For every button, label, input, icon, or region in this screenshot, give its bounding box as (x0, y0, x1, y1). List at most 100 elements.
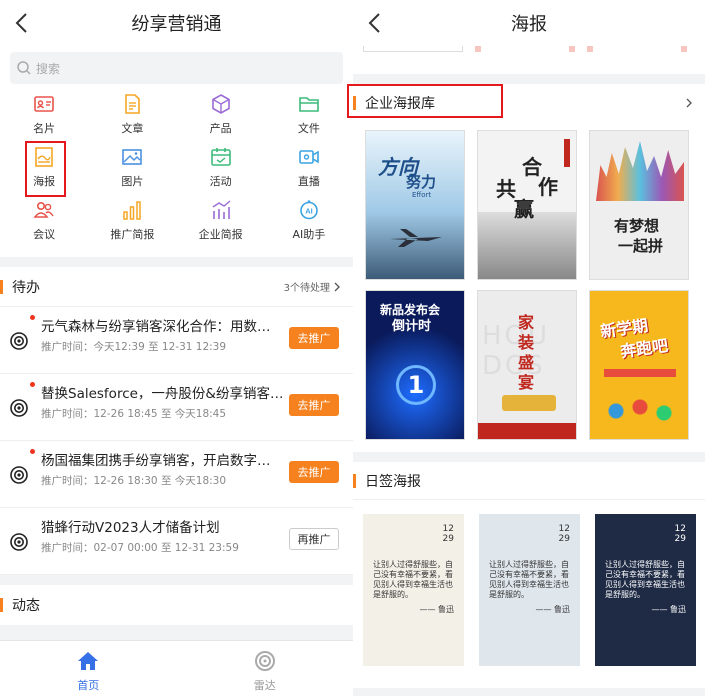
poster-highlight-box (25, 141, 66, 197)
daily-poster-card[interactable]: 12 29 让别人过得舒服些，自己没有幸福不要紧，看见别人得到幸福生活也是舒服的。… (363, 514, 464, 666)
feature-item-trend-chart[interactable]: 企业简报 (177, 194, 265, 247)
daily-date: 12 29 (443, 524, 454, 544)
bottom-tab-bar: 首页 雷达 (0, 640, 353, 696)
todo-item[interactable]: 元气森林与纷享销客深化合作：用数… 推广时间：今天12:39 至 12-31 12… (0, 307, 353, 374)
promotion-icon (10, 399, 28, 417)
promotion-icon (10, 533, 28, 551)
radar-icon (254, 651, 275, 671)
article-icon (125, 94, 141, 114)
home-screen: 纷享营销通 搜索 名片 文章 产品 文件 海报 图片 活动 直播 会议 推广简报 企业简报 AI AI助… (0, 0, 353, 696)
dream-poster[interactable]: 有梦想 一起拼 (589, 130, 689, 280)
feature-label: 推广简报 (110, 228, 155, 241)
search-icon (17, 61, 31, 75)
trend-chart-icon (212, 200, 231, 219)
page-title: 纷享营销通 (131, 14, 222, 35)
repromote-button[interactable]: 再推广 (289, 528, 339, 550)
svg-text:AI: AI (305, 207, 313, 216)
poster-grid: 方向 努力 Effort 合 作 共 赢 有梦想 一起拼 新品发布会 倒计时 1… (353, 122, 705, 452)
feature-label: 会议 (33, 228, 56, 241)
feature-label: 图片 (121, 175, 144, 188)
daily-day: 29 (442, 534, 454, 544)
feature-label: 文件 (297, 122, 320, 135)
daily-poster-card[interactable]: 12 29 让别人过得舒服些，自己没有幸福不要紧，看见别人得到幸福生活也是舒服的。… (595, 514, 696, 666)
daily-day: 29 (558, 534, 570, 544)
todo-item-title: 杨国福集团携手纷享销客，开启数字… (41, 453, 271, 469)
bar-chart-icon (123, 201, 142, 220)
home-navbar: 纷享营销通 (0, 0, 353, 46)
feature-label: AI助手 (292, 228, 326, 241)
daily-poster-grid: 12 29 让别人过得舒服些，自己没有幸福不要紧，看见别人得到幸福生活也是舒服的。… (353, 500, 705, 666)
daily-posters-title: 日签海报 (365, 473, 421, 490)
feature-item-video[interactable]: 直播 (265, 141, 353, 194)
back-icon[interactable] (12, 10, 34, 36)
unread-dot (30, 449, 35, 454)
daily-posters-header: 日签海报 (353, 462, 705, 500)
tab-home[interactable]: 首页 (0, 641, 177, 696)
promote-button[interactable]: 去推广 (289, 394, 339, 416)
promotion-icon (10, 466, 28, 484)
feature-item-calendar[interactable]: 活动 (177, 141, 265, 194)
feature-label: 文章 (121, 122, 144, 135)
poster-navbar: 海报 (353, 0, 705, 46)
search-input[interactable]: 搜索 (10, 52, 343, 84)
calendar-icon (210, 148, 231, 166)
feature-item-card[interactable]: 名片 (0, 88, 88, 141)
page-title: 海报 (511, 14, 547, 35)
todo-pending-link[interactable]: 3个待处理 (284, 279, 341, 294)
folder-icon (299, 97, 319, 112)
feature-label: 产品 (209, 122, 232, 135)
daily-date: 12 29 (559, 524, 570, 544)
feature-item-image[interactable]: 图片 (88, 141, 176, 194)
daily-author: —— 鲁迅 (535, 605, 570, 614)
todo-item[interactable]: 替换Salesforce，一舟股份&纷享销客… 推广时间：12-26 18:45 … (0, 374, 353, 441)
card-icon (34, 96, 54, 112)
promote-button[interactable]: 去推广 (289, 461, 339, 483)
launch-event-poster[interactable]: 新品发布会 倒计时 1 (365, 290, 465, 440)
feature-item-people[interactable]: 会议 (0, 194, 88, 247)
video-icon (299, 150, 319, 164)
todo-item-time: 推广时间：12-26 18:45 至 今天18:45 (41, 408, 227, 420)
promotion-icon (10, 332, 28, 350)
daily-quote: 让别人过得舒服些，自己没有幸福不要紧，看见别人得到幸福生活也是舒服的。 (373, 560, 453, 599)
feature-item-ai-assistant[interactable]: AI AI助手 (265, 194, 353, 247)
daily-author: —— 鲁迅 (651, 605, 686, 614)
todo-item[interactable]: 猎蜂行动V2023人才储备计划 推广时间：02-07 00:00 至 12-31 … (0, 508, 353, 575)
feature-item-bar-chart[interactable]: 推广简报 (88, 194, 176, 247)
promote-button[interactable]: 去推广 (289, 327, 339, 349)
search-placeholder: 搜索 (36, 61, 61, 76)
previous-posters-strip (353, 46, 705, 74)
todo-list: 元气森林与纷享销客深化合作：用数… 推广时间：今天12:39 至 12-31 12… (0, 307, 353, 575)
library-highlight-box (347, 84, 503, 118)
feature-item-folder[interactable]: 文件 (265, 88, 353, 141)
feature-label: 名片 (33, 122, 56, 135)
todo-item-title: 猎蜂行动V2023人才储备计划 (41, 520, 220, 536)
cooperation-win-poster[interactable]: 合 作 共 赢 (477, 130, 577, 280)
daily-month: 12 (674, 524, 686, 534)
todo-item-title: 元气森林与纷享销客深化合作：用数… (41, 319, 271, 335)
ai-assistant-icon: AI (300, 200, 318, 220)
direction-effort-poster[interactable]: 方向 努力 Effort (365, 130, 465, 280)
feature-label: 直播 (297, 175, 320, 188)
daily-author: —— 鲁迅 (419, 605, 454, 614)
back-icon[interactable] (365, 10, 387, 36)
daily-quote: 让别人过得舒服些，自己没有幸福不要紧，看见别人得到幸福生活也是舒服的。 (605, 560, 685, 599)
unread-dot (30, 315, 35, 320)
daily-month: 12 (442, 524, 454, 534)
home-icon (78, 652, 99, 670)
daily-poster-card[interactable]: 12 29 让别人过得舒服些，自己没有幸福不要紧，看见别人得到幸福生活也是舒服的。… (479, 514, 580, 666)
todo-item-time: 推广时间：今天12:39 至 12-31 12:39 (41, 341, 227, 353)
daily-quote: 让别人过得舒服些，自己没有幸福不要紧，看见别人得到幸福生活也是舒服的。 (489, 560, 569, 599)
home-top-area: 纷享营销通 搜索 名片 文章 产品 文件 海报 图片 活动 直播 会议 推广简报 企业简报 AI AI助… (0, 0, 353, 257)
new-semester-poster[interactable]: 新学期 奔跑吧 (589, 290, 689, 440)
todo-title: 待办 (12, 279, 40, 296)
todo-item[interactable]: 杨国福集团携手纷享销客，开启数字… 推广时间：12-26 18:30 至 今天18… (0, 441, 353, 508)
people-icon (33, 202, 54, 218)
home-decor-poster[interactable]: HOU DCS 家 装 盛 宴 (477, 290, 577, 440)
feature-item-product[interactable]: 产品 (177, 88, 265, 141)
unread-dot (30, 382, 35, 387)
feature-item-article[interactable]: 文章 (88, 88, 176, 141)
chevron-right-icon (334, 282, 340, 291)
daily-day: 29 (674, 534, 686, 544)
product-icon (211, 94, 230, 114)
tab-radar[interactable]: 雷达 (177, 641, 354, 696)
